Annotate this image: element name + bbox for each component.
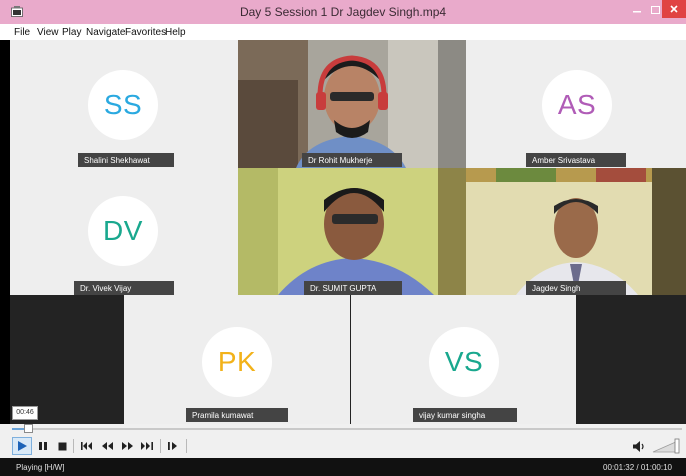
participant-tile-pramila: PK Pramila kumawat bbox=[124, 295, 350, 424]
avatar: DV bbox=[88, 196, 158, 266]
participant-tile-vijay: VS vijay kumar singha bbox=[351, 295, 576, 424]
minimize-button[interactable] bbox=[626, 0, 648, 20]
video-frame[interactable]: SS Shalini Shekhawat Dr Rohit Mukherje A… bbox=[10, 40, 686, 424]
avatar-initials: VS bbox=[444, 346, 484, 377]
participant-tile-vivek: DV Dr. Vivek Vijay bbox=[10, 168, 238, 295]
avatar: VS bbox=[429, 327, 499, 397]
volume-slider[interactable] bbox=[652, 438, 682, 454]
participant-video bbox=[238, 168, 466, 295]
time-display: 00:01:32 / 01:00:10 bbox=[603, 463, 672, 472]
participant-tile-amber: AS Amber Srivastava bbox=[466, 40, 686, 168]
participant-video bbox=[238, 40, 466, 168]
stop-icon bbox=[58, 442, 66, 450]
skip-previous-icon bbox=[81, 442, 92, 450]
close-button[interactable] bbox=[662, 0, 686, 18]
next-button[interactable] bbox=[138, 437, 156, 455]
avatar-initials: DV bbox=[103, 215, 143, 246]
participant-name: Dr Rohit Mukherje bbox=[302, 153, 402, 167]
menu-favorites[interactable]: Favorites bbox=[125, 27, 166, 38]
seek-track[interactable] bbox=[12, 428, 682, 430]
seek-handle[interactable] bbox=[24, 424, 33, 433]
avatar-initials: PK bbox=[217, 346, 257, 377]
participant-tile-shalini: SS Shalini Shekhawat bbox=[10, 40, 238, 168]
participant-name: Dr. Vivek Vijay bbox=[74, 281, 174, 295]
playback-controls bbox=[0, 434, 686, 458]
separator bbox=[186, 439, 187, 453]
seek-bar[interactable] bbox=[0, 424, 686, 434]
participant-video bbox=[466, 168, 686, 295]
participant-tile-rohit: Dr Rohit Mukherje bbox=[238, 40, 466, 168]
participant-name: Amber Srivastava bbox=[526, 153, 626, 167]
participant-name: Dr. SUMIT GUPTA bbox=[304, 281, 402, 295]
play-icon bbox=[18, 441, 27, 451]
participant-tile-jagdev: Jagdev Singh bbox=[466, 168, 686, 295]
fast-forward-icon bbox=[121, 442, 133, 450]
avatar-initials: AS bbox=[557, 89, 597, 120]
pause-button[interactable] bbox=[36, 437, 50, 455]
title-bar: Day 5 Session 1 Dr Jagdev Singh.mp4 bbox=[0, 0, 686, 24]
separator bbox=[160, 439, 161, 453]
play-button[interactable] bbox=[12, 437, 32, 455]
skip-next-icon bbox=[141, 442, 153, 450]
volume-button[interactable] bbox=[632, 437, 648, 455]
avatar: PK bbox=[202, 327, 272, 397]
pause-icon bbox=[39, 442, 47, 450]
separator bbox=[73, 439, 74, 453]
participant-name: Shalini Shekhawat bbox=[78, 153, 174, 167]
participant-name: Jagdev Singh bbox=[526, 281, 626, 295]
rewind-button[interactable] bbox=[98, 437, 116, 455]
fast-forward-button[interactable] bbox=[118, 437, 136, 455]
maximize-icon bbox=[650, 6, 660, 14]
menu-help[interactable]: Help bbox=[165, 27, 186, 38]
maximize-button[interactable] bbox=[648, 0, 662, 20]
avatar: SS bbox=[88, 70, 158, 140]
participant-name: Pramila kumawat bbox=[186, 408, 288, 422]
participant-tile-sumit: Dr. SUMIT GUPTA bbox=[238, 168, 466, 295]
playback-status: Playing [H/W] bbox=[16, 463, 65, 472]
avatar: AS bbox=[542, 70, 612, 140]
menu-bar: File View Play Navigate Favorites Help bbox=[0, 24, 686, 40]
timestamp-overlay: 00:46 bbox=[12, 406, 38, 420]
stop-button[interactable] bbox=[55, 437, 69, 455]
minimize-icon bbox=[633, 11, 641, 13]
avatar-initials: SS bbox=[103, 89, 143, 120]
frame-step-icon bbox=[168, 442, 177, 450]
rewind-icon bbox=[101, 442, 113, 450]
menu-play[interactable]: Play bbox=[62, 27, 81, 38]
menu-view[interactable]: View bbox=[37, 27, 59, 38]
previous-button[interactable] bbox=[78, 437, 96, 455]
close-icon bbox=[670, 5, 678, 13]
window-title: Day 5 Session 1 Dr Jagdev Singh.mp4 bbox=[239, 5, 447, 19]
participant-name: vijay kumar singha bbox=[413, 408, 517, 422]
menu-file[interactable]: File bbox=[14, 27, 30, 38]
status-bar: Playing [H/W] 00:01:32 / 01:00:10 bbox=[0, 458, 686, 476]
speaker-icon bbox=[633, 440, 644, 452]
frame-step-button[interactable] bbox=[165, 437, 181, 455]
menu-navigate[interactable]: Navigate bbox=[86, 27, 125, 38]
volume-level-icon bbox=[652, 438, 680, 454]
